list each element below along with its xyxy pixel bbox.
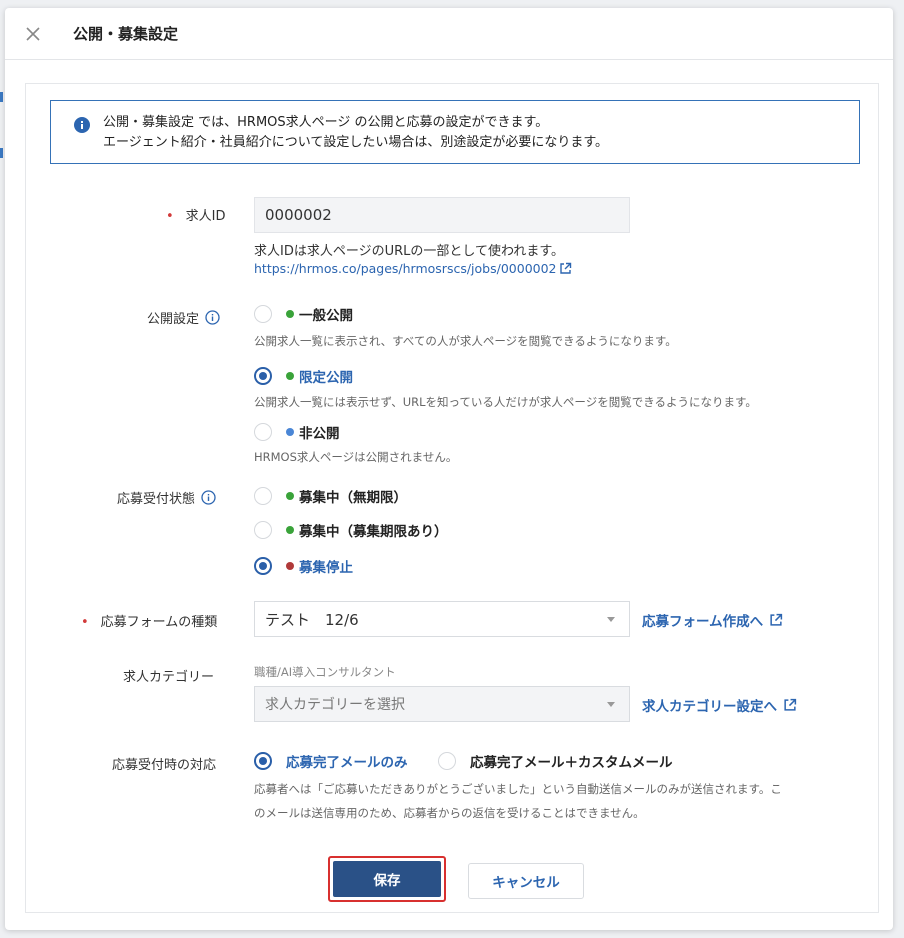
info-circle-icon[interactable] bbox=[205, 310, 220, 325]
job-id-label: • 求人ID bbox=[166, 205, 226, 224]
category-placeholder: 求人カテゴリーを選択 bbox=[265, 697, 405, 713]
form-type-value: テスト 12/6 bbox=[265, 610, 359, 629]
option-label: 応募完了メール＋カスタムメール bbox=[470, 755, 673, 771]
form-create-link-text[interactable]: 応募フォーム作成へ bbox=[642, 610, 763, 630]
radio-stopped[interactable] bbox=[254, 557, 272, 575]
radio-limited[interactable] bbox=[254, 367, 272, 385]
backdrop-mark bbox=[0, 148, 3, 158]
status-dot bbox=[286, 526, 294, 534]
radio-mail-only[interactable] bbox=[254, 752, 272, 770]
visibility-label-text: 公開設定 bbox=[147, 312, 200, 327]
status-dot bbox=[286, 492, 294, 500]
job-page-url[interactable]: https://hrmos.co/pages/hrmosrscs/jobs/00… bbox=[254, 261, 557, 276]
backdrop-mark bbox=[0, 92, 3, 102]
info-box: 公開・募集設定 では、HRMOS求人ページ の公開と応募の設定ができます。 エー… bbox=[50, 100, 860, 164]
settings-dialog: 公開・募集設定 公開・募集設定 では、HRMOS求人ページ の公開と応募の設定が… bbox=[5, 8, 893, 930]
category-select[interactable]: 求人カテゴリーを選択 bbox=[254, 686, 630, 722]
radio-public[interactable] bbox=[254, 305, 272, 323]
option-label: 応募完了メールのみ bbox=[286, 755, 408, 771]
radio-deadline[interactable] bbox=[254, 521, 272, 539]
option-label: 非公開 bbox=[299, 426, 340, 442]
required-mark: • bbox=[166, 209, 174, 224]
option-label: 募集中（募集期限あり） bbox=[299, 524, 448, 540]
form-create-link[interactable]: 応募フォーム作成へ bbox=[642, 610, 783, 630]
dialog-title: 公開・募集設定 bbox=[73, 25, 179, 43]
recruit-status-label: 応募受付状態 bbox=[117, 488, 216, 507]
option-label: 募集停止 bbox=[299, 560, 353, 576]
category-settings-link[interactable]: 求人カテゴリー設定へ bbox=[642, 695, 797, 715]
response-desc-2: のメールは送信専用のため、応募者からの返信を受けることはできません。 bbox=[254, 806, 645, 820]
status-dot bbox=[286, 562, 294, 570]
external-link-icon bbox=[784, 698, 797, 711]
recruit-option-stopped[interactable]: 募集停止 bbox=[254, 556, 353, 576]
visibility-label: 公開設定 bbox=[147, 308, 220, 327]
visibility-option-private[interactable]: 非公開 bbox=[254, 422, 340, 442]
info-line-1: 公開・募集設定 では、HRMOS求人ページ の公開と応募の設定ができます。 bbox=[103, 115, 549, 130]
response-label: 応募受付時の対応 bbox=[112, 758, 217, 773]
job-id-label-text: 求人ID bbox=[185, 209, 226, 224]
external-link-icon bbox=[559, 262, 571, 274]
form-type-select[interactable]: テスト 12/6 bbox=[254, 601, 630, 637]
radio-private[interactable] bbox=[254, 423, 272, 441]
recruit-status-label-text: 応募受付状態 bbox=[117, 492, 196, 507]
visibility-private-desc: HRMOS求人ページは公開されません。 bbox=[254, 450, 458, 464]
job-page-link[interactable]: https://hrmos.co/pages/hrmosrscs/jobs/00… bbox=[254, 261, 572, 276]
form-type-label-text: 応募フォームの種類 bbox=[100, 615, 218, 630]
visibility-public-desc: 公開求人一覧に表示され、すべての人が求人ページを閲覧できるようになります。 bbox=[254, 334, 677, 348]
category-settings-link-text[interactable]: 求人カテゴリー設定へ bbox=[642, 695, 777, 715]
info-icon bbox=[74, 117, 90, 133]
radio-custom[interactable] bbox=[438, 752, 456, 770]
close-icon[interactable] bbox=[23, 24, 43, 44]
response-option-custom[interactable]: 応募完了メール＋カスタムメール bbox=[438, 751, 673, 771]
status-dot bbox=[286, 310, 294, 318]
visibility-limited-desc: 公開求人一覧には表示せず、URLを知っている人だけが求人ページを閲覧できるように… bbox=[254, 395, 757, 409]
radio-open[interactable] bbox=[254, 487, 272, 505]
info-line-2: エージェント紹介・社員紹介について設定したい場合は、別途設定が必要になります。 bbox=[103, 135, 609, 150]
option-label: 募集中（無期限） bbox=[299, 490, 407, 506]
recruit-option-open[interactable]: 募集中（無期限） bbox=[254, 486, 407, 506]
form-type-label: • 応募フォームの種類 bbox=[81, 611, 217, 630]
response-option-mail-only[interactable]: 応募完了メールのみ bbox=[254, 751, 408, 771]
save-button[interactable]: 保存 bbox=[333, 861, 441, 897]
category-label: 求人カテゴリー bbox=[123, 670, 215, 685]
option-label: 限定公開 bbox=[299, 370, 353, 386]
required-mark: • bbox=[81, 615, 89, 630]
response-desc-1: 応募者へは「ご応募いただきありがとうございました」という自動送信メールのみが送信… bbox=[254, 782, 782, 796]
option-label: 一般公開 bbox=[299, 308, 353, 324]
dialog-header: 公開・募集設定 bbox=[5, 8, 893, 60]
status-dot bbox=[286, 428, 294, 436]
external-link-icon bbox=[770, 613, 783, 626]
visibility-option-limited[interactable]: 限定公開 bbox=[254, 366, 353, 386]
status-dot bbox=[286, 372, 294, 380]
category-current: 職種/AI導入コンサルタント bbox=[254, 665, 396, 679]
visibility-option-public[interactable]: 一般公開 bbox=[254, 304, 353, 324]
job-id-help: 求人IDは求人ページのURLの一部として使われます。 bbox=[254, 244, 565, 259]
info-circle-icon[interactable] bbox=[201, 490, 216, 505]
save-button-highlight: 保存 bbox=[328, 856, 446, 902]
settings-panel: 公開・募集設定 では、HRMOS求人ページ の公開と応募の設定ができます。 エー… bbox=[25, 83, 879, 913]
chevron-down-icon bbox=[607, 617, 615, 622]
job-id-input[interactable]: 0000002 bbox=[254, 197, 630, 233]
chevron-down-icon bbox=[607, 702, 615, 707]
recruit-option-deadline[interactable]: 募集中（募集期限あり） bbox=[254, 520, 448, 540]
cancel-button[interactable]: キャンセル bbox=[468, 863, 584, 899]
